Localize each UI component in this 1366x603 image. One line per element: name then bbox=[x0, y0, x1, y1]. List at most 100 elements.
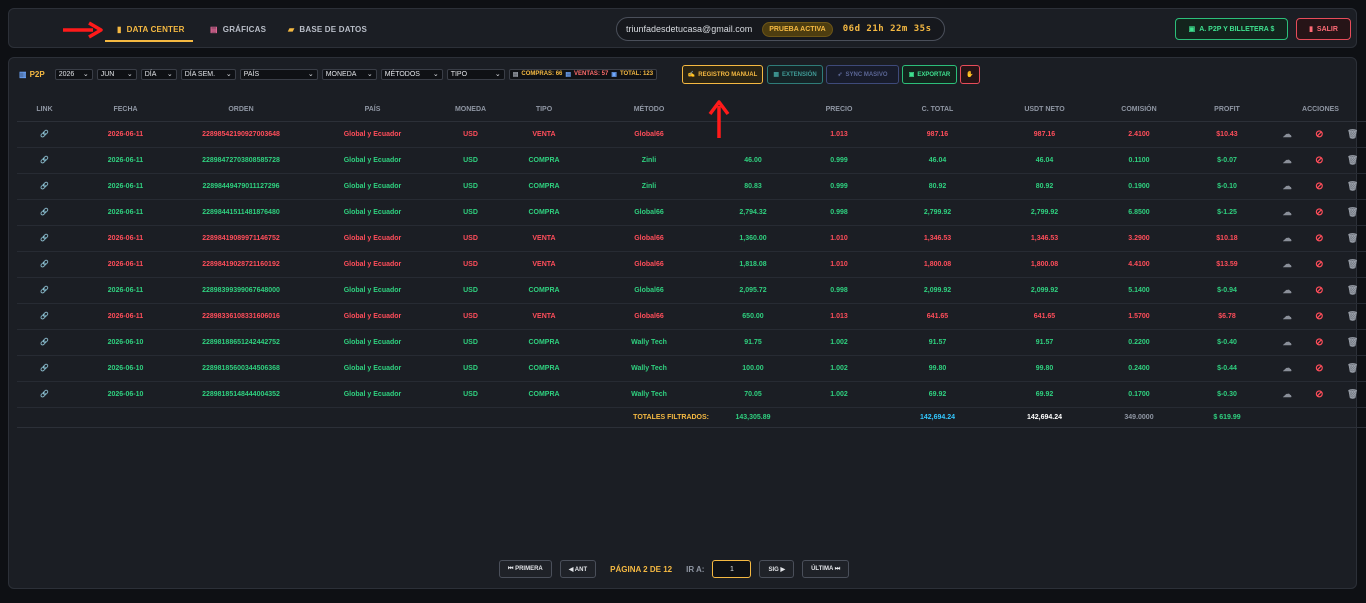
link-icon[interactable]: 🔗 bbox=[17, 381, 72, 408]
header-pais[interactable]: PAÍS bbox=[303, 98, 442, 122]
goto-page-input[interactable] bbox=[712, 560, 752, 578]
header-orden[interactable]: ORDEN bbox=[179, 98, 303, 122]
link-icon[interactable]: 🔗 bbox=[17, 277, 72, 304]
export-button[interactable]: ▣ EXPORTAR bbox=[902, 65, 957, 84]
header-link[interactable]: LINK bbox=[17, 98, 72, 122]
ban-icon[interactable]: ⊘ bbox=[1315, 389, 1323, 400]
next-page-button[interactable]: SIG ▶ bbox=[759, 560, 795, 578]
trash-icon[interactable]: 🗑 bbox=[1347, 363, 1358, 374]
header-c-total[interactable]: C. TOTAL bbox=[881, 98, 994, 122]
trash-icon[interactable]: 🗑 bbox=[1347, 233, 1358, 244]
ban-icon[interactable]: ⊘ bbox=[1315, 363, 1323, 374]
tab-base-de-datos[interactable]: ▰ BASE DE DATOS bbox=[288, 9, 367, 49]
cloud-icon[interactable]: ☁ bbox=[1283, 155, 1292, 166]
header-usdt-neto[interactable]: USDT NETO bbox=[994, 98, 1095, 122]
cloud-icon[interactable]: ☁ bbox=[1283, 181, 1292, 192]
row-actions: ☁ ⊘ 🗑 bbox=[1271, 225, 1366, 252]
cell-metodo: Global66 bbox=[589, 251, 709, 278]
ban-icon[interactable]: ⊘ bbox=[1315, 233, 1323, 244]
p2p-wallet-button[interactable]: ▣ A. P2P Y BILLETERA $ bbox=[1175, 18, 1288, 40]
ban-icon[interactable]: ⊘ bbox=[1315, 285, 1323, 296]
totals-row: TOTALES FILTRADOS: 143,305.89 142,694.24 14… bbox=[17, 407, 1366, 428]
cell-precio: 0.998 bbox=[797, 199, 881, 226]
cloud-icon[interactable]: ☁ bbox=[1283, 207, 1292, 218]
chevron-down-icon: ⌄ bbox=[432, 71, 439, 78]
logout-button[interactable]: ▮ SALIR bbox=[1296, 18, 1351, 40]
header-comision[interactable]: COMISIÓN bbox=[1095, 98, 1183, 122]
ban-icon[interactable]: ⊘ bbox=[1315, 181, 1323, 192]
cell-c-total: 91.57 bbox=[881, 329, 994, 356]
methods-select[interactable]: MÉTODOS ⌄ bbox=[380, 68, 443, 80]
link-icon[interactable]: 🔗 bbox=[17, 199, 72, 226]
user-email: triunfadesdetucasa@gmail.com bbox=[626, 24, 753, 34]
header-profit[interactable]: PROFIT bbox=[1183, 98, 1271, 122]
first-page-button[interactable]: ⏮ PRIMERA bbox=[499, 560, 552, 578]
trash-icon[interactable]: 🗑 bbox=[1347, 181, 1358, 192]
cloud-icon[interactable]: ☁ bbox=[1283, 233, 1292, 244]
month-select[interactable]: JUN ⌄ bbox=[96, 68, 137, 80]
link-icon[interactable]: 🔗 bbox=[17, 329, 72, 356]
trash-icon[interactable]: 🗑 bbox=[1347, 259, 1358, 270]
link-icon[interactable]: 🔗 bbox=[17, 173, 72, 200]
cell-moneda: USD bbox=[442, 277, 499, 304]
header-fecha[interactable]: FECHA bbox=[72, 98, 179, 122]
ban-icon[interactable]: ⊘ bbox=[1315, 259, 1323, 270]
prev-page-button[interactable]: ◀ ANT bbox=[559, 560, 597, 578]
link-icon[interactable]: 🔗 bbox=[17, 251, 72, 278]
cell-profit: $-0.40 bbox=[1183, 329, 1271, 356]
cloud-icon[interactable]: ☁ bbox=[1283, 389, 1292, 400]
trash-icon[interactable]: 🗑 bbox=[1347, 285, 1358, 296]
p2p-label-text: P2P bbox=[29, 69, 45, 79]
header-precio[interactable]: PRECIO bbox=[797, 98, 881, 122]
last-page-button[interactable]: ÚLTIMA ⏭ bbox=[802, 560, 850, 578]
delete-filter-button[interactable]: ✋ bbox=[960, 65, 980, 84]
cell-metodo: Global66 bbox=[589, 303, 709, 330]
total-icon: ▣ bbox=[611, 71, 617, 78]
cell-monto: 1,818.08 bbox=[709, 251, 797, 278]
cell-fecha: 2026-06-10 bbox=[72, 329, 179, 356]
link-icon[interactable]: 🔗 bbox=[17, 121, 72, 148]
table-row: 🔗 2026-06-11 22898472703808585728 Global y … bbox=[17, 147, 1366, 174]
weekday-select[interactable]: DÍA SEM. ⌄ bbox=[180, 68, 236, 80]
ban-icon[interactable]: ⊘ bbox=[1315, 129, 1323, 140]
country-select[interactable]: PAÍS ⌄ bbox=[239, 68, 318, 80]
header-moneda[interactable]: MONEDA bbox=[442, 98, 499, 122]
cell-pais: Global y Ecuador bbox=[303, 329, 442, 356]
ban-icon[interactable]: ⊘ bbox=[1315, 155, 1323, 166]
ban-icon[interactable]: ⊘ bbox=[1315, 311, 1323, 322]
trash-icon[interactable]: 🗑 bbox=[1347, 311, 1358, 322]
bulk-sync-button[interactable]: ➶ SYNC MASIVO bbox=[826, 65, 899, 84]
link-icon[interactable]: 🔗 bbox=[17, 355, 72, 382]
cloud-icon[interactable]: ☁ bbox=[1283, 129, 1292, 140]
ban-icon[interactable]: ⊘ bbox=[1315, 207, 1323, 218]
cell-pais: Global y Ecuador bbox=[303, 251, 442, 278]
filter-bar: ▥ P2P 2026 ⌄ JUN ⌄ DÍA ⌄ DÍA SEM. ⌄ PAÍS ⌄ MO… bbox=[19, 68, 658, 80]
cloud-icon[interactable]: ☁ bbox=[1283, 363, 1292, 374]
cell-pais: Global y Ecuador bbox=[303, 303, 442, 330]
tab-graficas[interactable]: ▤ GRÁFICAS bbox=[210, 9, 266, 49]
cloud-icon[interactable]: ☁ bbox=[1283, 259, 1292, 270]
link-icon[interactable]: 🔗 bbox=[17, 303, 72, 330]
link-icon[interactable]: 🔗 bbox=[17, 225, 72, 252]
cloud-icon[interactable]: ☁ bbox=[1283, 285, 1292, 296]
ban-icon[interactable]: ⊘ bbox=[1315, 337, 1323, 348]
day-select[interactable]: DÍA ⌄ bbox=[140, 68, 177, 80]
trash-icon[interactable]: 🗑 bbox=[1347, 337, 1358, 348]
extension-button[interactable]: ▦ EXTENSIÓN bbox=[767, 65, 823, 84]
link-icon[interactable]: 🔗 bbox=[17, 147, 72, 174]
type-select[interactable]: TIPO ⌄ bbox=[446, 68, 505, 80]
trash-icon[interactable]: 🗑 bbox=[1347, 129, 1358, 140]
currency-select[interactable]: MONEDA ⌄ bbox=[321, 68, 377, 80]
cloud-icon[interactable]: ☁ bbox=[1283, 311, 1292, 322]
trash-icon[interactable]: 🗑 bbox=[1347, 389, 1358, 400]
cloud-icon[interactable]: ☁ bbox=[1283, 337, 1292, 348]
year-select[interactable]: 2026 ⌄ bbox=[54, 68, 93, 80]
header-tipo[interactable]: TIPO bbox=[499, 98, 589, 122]
tab-data-center[interactable]: ▮ DATA CENTER bbox=[105, 9, 193, 49]
header-metodo[interactable]: MÉTODO bbox=[589, 98, 709, 122]
cell-usdt-neto: 46.04 bbox=[994, 147, 1095, 174]
trash-icon[interactable]: 🗑 bbox=[1347, 155, 1358, 166]
trash-icon[interactable]: 🗑 bbox=[1347, 207, 1358, 218]
manual-entry-button[interactable]: ✍ REGISTRO MANUAL bbox=[682, 65, 763, 84]
order-stats: ▤ COMPRAS: 66 ▤ VENTAS: 57 ▣ TOTAL: 123 bbox=[508, 68, 658, 80]
